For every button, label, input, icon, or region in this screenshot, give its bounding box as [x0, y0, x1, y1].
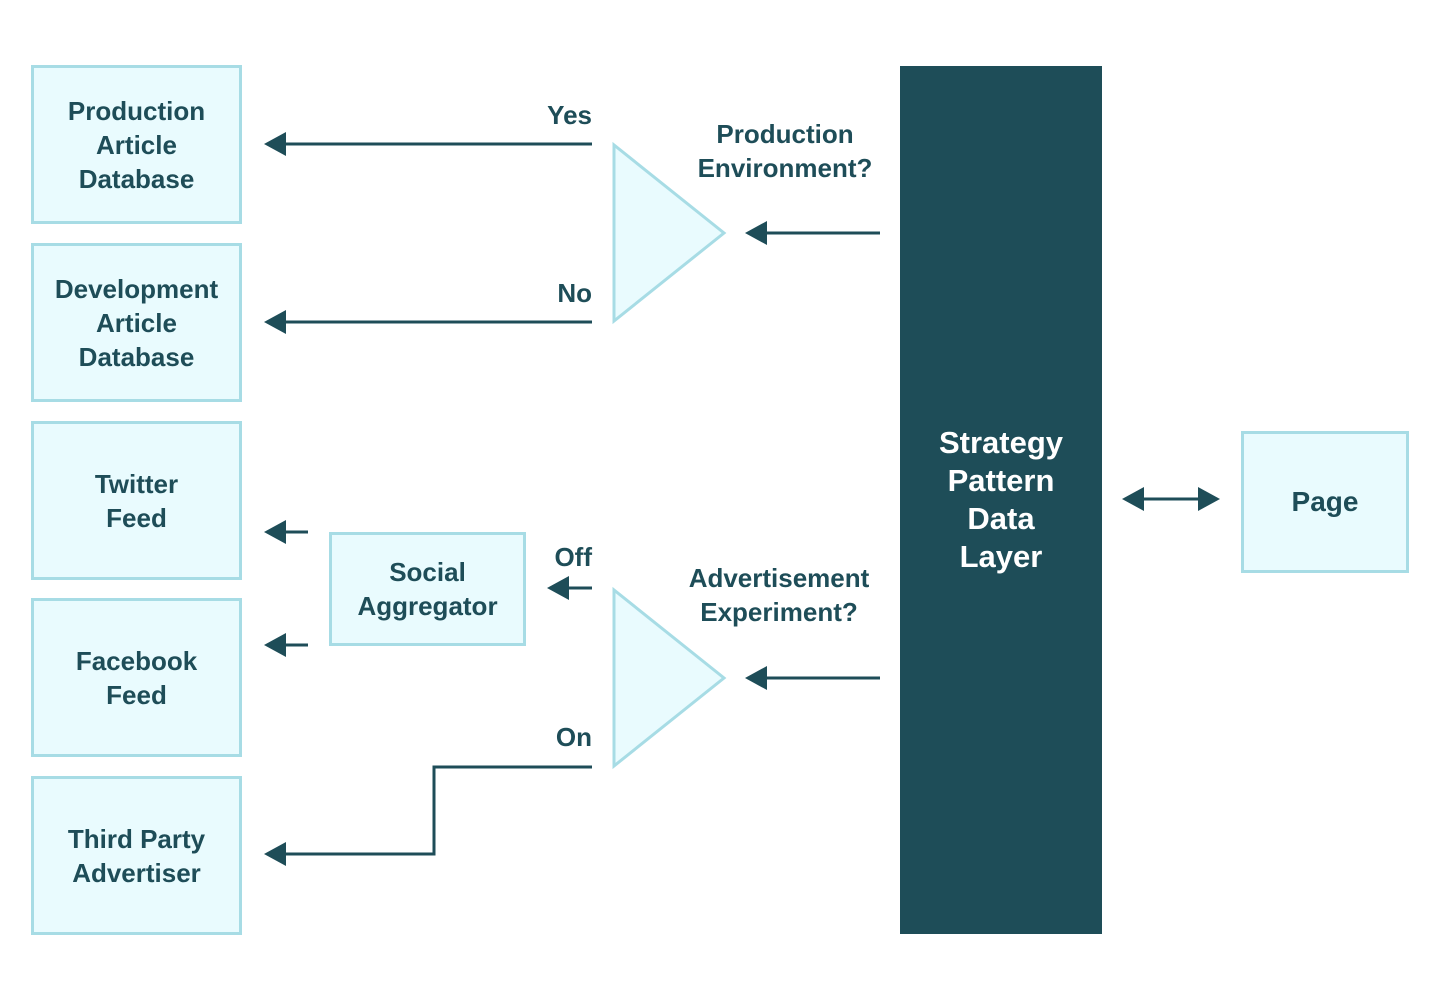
strategy-pattern-data-layer: Strategy Pattern Data Layer [900, 66, 1102, 934]
branch-label-no: No [557, 278, 592, 308]
arrow-aggregator-to-twitter [264, 520, 308, 544]
decision-question-production-environment: Production Environment? [697, 119, 873, 183]
arrow-layer-to-env-decision [745, 221, 880, 245]
arrow-yes-to-prod-db [264, 132, 592, 156]
branch-label-on: On [555, 722, 592, 752]
branch-label-yes: Yes [547, 100, 592, 130]
box-production-article-database: Production Article Database [31, 65, 242, 224]
arrow-aggregator-to-facebook [264, 633, 308, 657]
box-third-party-advertiser: Third Party Advertiser [31, 776, 242, 935]
box-facebook-feed: Facebook Feed [31, 598, 242, 757]
box-social-aggregator: Social Aggregator [329, 532, 526, 646]
box-twitter-feed: Twitter Feed [31, 421, 242, 580]
arrow-on-to-advertiser [264, 765, 592, 866]
arrow-off-to-aggregator [547, 576, 592, 600]
arrow-layer-to-ad-decision [745, 666, 880, 690]
box-development-article-database: Development Article Database [31, 243, 242, 402]
decision-question-advertisement-experiment: Advertisement Experiment? [688, 563, 870, 627]
box-page: Page [1241, 431, 1409, 573]
branch-label-off: Off [554, 542, 592, 572]
arrow-no-to-dev-db [264, 310, 592, 334]
arrow-layer-page-bidirectional [1122, 487, 1220, 511]
